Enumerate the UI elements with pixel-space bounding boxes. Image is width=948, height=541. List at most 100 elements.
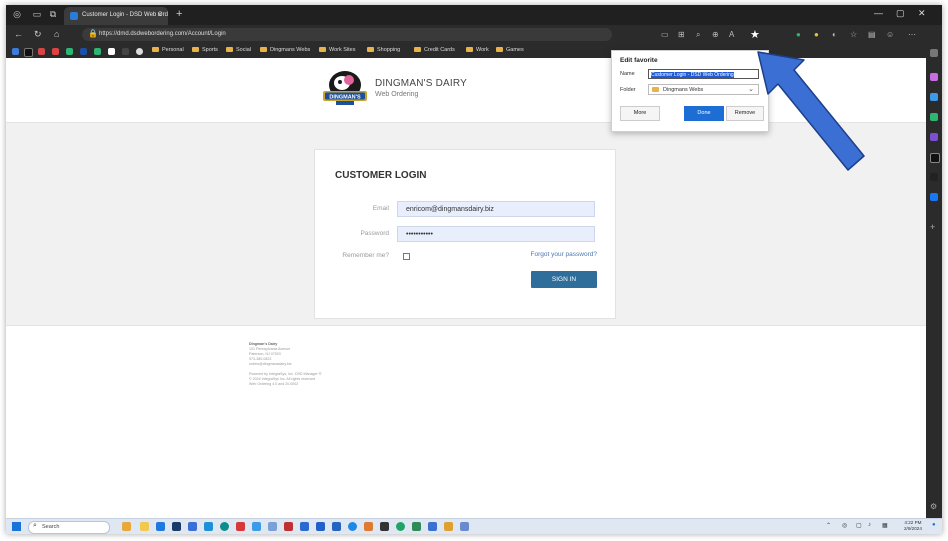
tray-network-icon[interactable]: ▦ <box>882 522 888 529</box>
taskbar-edge-icon[interactable] <box>220 522 229 531</box>
taskbar-app-icon[interactable] <box>236 522 245 531</box>
email-field[interactable]: enricom@dingmansdairy.biz <box>397 201 595 217</box>
browser-profile-icon[interactable]: ◎ <box>12 9 22 19</box>
tray-chevron-up-icon[interactable]: ⌃ <box>826 522 831 529</box>
sidebar-app-icon[interactable] <box>930 113 938 121</box>
taskbar-app-icon[interactable] <box>122 522 131 531</box>
split-screen-icon[interactable]: ◐ <box>832 30 837 39</box>
address-input[interactable]: 🔒 https://dmd.dsdwebordering.com/Account… <box>82 28 612 41</box>
read-aloud-icon[interactable]: A <box>729 30 734 39</box>
browser-title-bar: ◎ ▭ ⧉ Customer Login - DSD Web Ord × + —… <box>6 5 942 25</box>
workspaces-icon[interactable]: ▭ <box>32 9 42 19</box>
bookmark-folder-social[interactable]: Social <box>226 47 251 56</box>
taskbar-app-icon[interactable] <box>348 522 357 531</box>
taskbar-app-icon[interactable] <box>428 522 437 531</box>
remember-me-checkbox[interactable] <box>403 253 410 260</box>
sidebar-app-icon[interactable] <box>930 153 940 163</box>
login-title: CUSTOMER LOGIN <box>335 170 427 181</box>
sidebar-add-icon[interactable]: + <box>930 223 938 232</box>
bookmark-folder-work[interactable]: Work <box>466 47 489 56</box>
folder-select[interactable]: Dingmans Webs ⌄ <box>648 84 759 95</box>
search-page-icon[interactable]: ⌕ <box>696 30 700 40</box>
bookmark-icon[interactable] <box>94 48 101 55</box>
bookmark-folder-shopping[interactable]: Shopping <box>367 47 400 56</box>
taskbar-app-icon[interactable] <box>332 522 341 531</box>
taskbar-app-icon[interactable] <box>396 522 405 531</box>
taskbar-app-icon[interactable] <box>156 522 165 531</box>
taskbar-app-icon[interactable] <box>140 522 149 531</box>
taskbar-app-icon[interactable] <box>188 522 197 531</box>
footer-version: Web Ordering 4.0 and 20.0002 <box>249 382 299 386</box>
collections-icon[interactable]: ▤ <box>868 30 876 39</box>
taskbar-app-icon[interactable] <box>284 522 293 531</box>
close-tab-icon[interactable]: × <box>157 10 162 19</box>
sign-in-button[interactable]: SIGN IN <box>531 271 597 288</box>
tray-app-icon[interactable]: ▢ <box>856 522 862 529</box>
extension-icon[interactable]: ● <box>814 30 819 39</box>
bookmark-icon[interactable] <box>52 48 59 55</box>
tab-customer-login[interactable]: Customer Login - DSD Web Ord × <box>64 7 168 25</box>
app-available-icon[interactable]: ▭ <box>661 30 669 39</box>
grid-icon[interactable]: ⊞ <box>678 30 685 39</box>
taskbar-app-icon[interactable] <box>364 522 373 531</box>
more-menu-icon[interactable]: ⋯ <box>908 30 916 39</box>
taskbar-clock[interactable]: 4:22 PM 2/9/2024 <box>904 520 922 532</box>
password-field[interactable]: ••••••••••• <box>397 226 595 242</box>
favorite-star-icon[interactable]: ★ <box>750 28 760 41</box>
taskbar-app-icon[interactable] <box>268 522 277 531</box>
bookmark-icon[interactable] <box>12 48 19 55</box>
footer-email-link[interactable]: orders@dingmansdairy.biz <box>249 362 292 366</box>
notification-icon[interactable]: ● <box>932 522 936 528</box>
sidebar-app-icon[interactable] <box>930 133 938 141</box>
bookmark-icon[interactable] <box>136 48 143 55</box>
bookmark-folder-sports[interactable]: Sports <box>192 47 218 56</box>
taskbar-app-icon[interactable] <box>444 522 453 531</box>
taskbar-app-icon[interactable] <box>204 522 213 531</box>
tray-volume-icon[interactable]: ♪ <box>868 522 871 528</box>
forgot-password-link[interactable]: Forgot your password? <box>531 251 597 258</box>
home-icon[interactable]: ⌂ <box>54 29 59 39</box>
taskbar-app-icon[interactable] <box>172 522 181 531</box>
sidebar-settings-icon[interactable]: ⚙ <box>930 503 938 511</box>
profile-avatar[interactable]: ☺ <box>886 30 894 39</box>
bookmark-icon[interactable] <box>24 48 33 57</box>
sidebar-app-icon[interactable] <box>930 173 938 181</box>
minimize-icon[interactable]: — <box>874 8 883 18</box>
bookmark-folder-work-sites[interactable]: Work Sites <box>319 47 356 56</box>
restore-icon[interactable]: ▢ <box>896 8 905 19</box>
taskbar-app-icon[interactable] <box>380 522 389 531</box>
more-button[interactable]: More <box>620 106 660 121</box>
tray-app-icon[interactable]: ◎ <box>842 522 847 529</box>
taskbar-app-icon[interactable] <box>300 522 309 531</box>
bookmark-icon[interactable] <box>108 48 115 55</box>
sidebar-search-icon[interactable] <box>930 49 938 57</box>
taskbar-search-input[interactable]: ⌕ Search <box>28 521 110 534</box>
done-button[interactable]: Done <box>684 106 724 121</box>
tab-actions-icon[interactable]: ⧉ <box>48 9 58 19</box>
refresh-icon[interactable]: ↻ <box>34 29 42 40</box>
extension-icon[interactable]: ● <box>796 30 801 39</box>
bookmark-icon[interactable] <box>66 48 73 55</box>
sidebar-app-icon[interactable] <box>930 73 938 81</box>
windows-start-icon[interactable] <box>12 522 21 531</box>
bookmark-icon[interactable] <box>38 48 45 55</box>
taskbar-app-icon[interactable] <box>316 522 325 531</box>
bookmark-icon[interactable] <box>80 48 87 55</box>
zoom-icon[interactable]: ⊕ <box>712 30 719 39</box>
bookmark-icon[interactable] <box>122 48 129 55</box>
favorites-icon[interactable]: ☆ <box>850 30 857 39</box>
bookmark-folder-dingmans-webs[interactable]: Dingmans Webs <box>260 47 310 56</box>
back-icon[interactable]: ← <box>14 29 23 39</box>
favorite-name-input[interactable]: Customer Login - DSD Web Ordering <box>648 69 759 79</box>
close-window-icon[interactable]: ✕ <box>918 8 926 19</box>
bookmark-folder-credit-cards[interactable]: Credit Cards <box>414 47 455 56</box>
taskbar-app-icon[interactable] <box>460 522 469 531</box>
taskbar-app-icon[interactable] <box>252 522 261 531</box>
sidebar-app-icon[interactable] <box>930 93 938 101</box>
new-tab-icon[interactable]: + <box>176 8 182 20</box>
bookmark-folder-personal[interactable]: Personal <box>152 47 184 56</box>
sidebar-app-icon[interactable] <box>930 193 938 201</box>
clock-date: 2/9/2024 <box>904 526 922 531</box>
taskbar-app-icon[interactable] <box>412 522 421 531</box>
bookmark-folder-games[interactable]: Games <box>496 47 524 56</box>
